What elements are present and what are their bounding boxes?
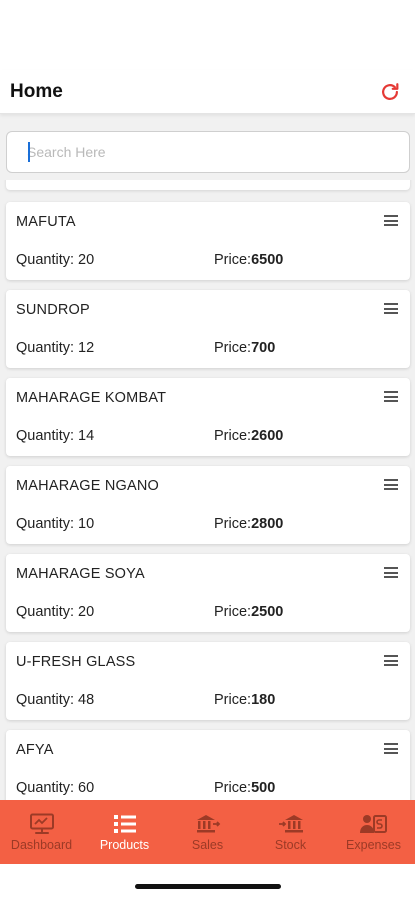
- drag-handle-icon[interactable]: [384, 567, 398, 578]
- bank-icon: [196, 814, 220, 832]
- product-card[interactable]: AFYA Quantity: 60 Price:500: [6, 730, 410, 800]
- product-price: Price:6500: [214, 252, 284, 268]
- product-name: MAHARAGE SOYA: [16, 566, 145, 582]
- status-bar: [0, 0, 415, 70]
- drag-handle-icon[interactable]: [384, 479, 398, 490]
- product-quantity: Quantity: 12: [16, 340, 95, 356]
- drag-handle-icon[interactable]: [384, 743, 398, 754]
- product-name: MAHARAGE NGANO: [16, 478, 159, 494]
- product-card[interactable]: MAHARAGE SOYA Quantity: 20 Price:2500: [6, 554, 410, 632]
- list-icon: [113, 814, 136, 833]
- product-quantity: Quantity: 48: [16, 692, 95, 708]
- refresh-button[interactable]: [377, 79, 403, 105]
- nav-label: Products: [99, 837, 150, 852]
- product-name: MAFUTA: [16, 214, 76, 230]
- bottom-nav: Dashboard Products Sales Stock Expenses: [0, 800, 415, 864]
- drag-handle-icon[interactable]: [384, 215, 398, 226]
- search-bar: [0, 114, 415, 180]
- product-quantity: Quantity: 10: [16, 516, 95, 532]
- product-card[interactable]: MAFUTA Quantity: 20 Price:6500: [6, 202, 410, 280]
- product-name: SUNDROP: [16, 302, 90, 318]
- bank-icon: [278, 814, 303, 832]
- nav-sales[interactable]: Sales: [166, 800, 249, 864]
- nav-expenses[interactable]: Expenses: [332, 800, 415, 864]
- product-quantity: Quantity: 20: [16, 604, 95, 620]
- product-card[interactable]: SUNDROP Quantity: 12 Price:700: [6, 290, 410, 368]
- nav-products[interactable]: Products: [83, 800, 166, 864]
- nav-label: Stock: [274, 837, 307, 852]
- home-indicator[interactable]: [135, 884, 281, 889]
- product-card[interactable]: MAHARAGE KOMBAT Quantity: 14 Price:2600: [6, 378, 410, 456]
- nav-label: Expenses: [346, 837, 401, 852]
- nav-dashboard[interactable]: Dashboard: [0, 800, 83, 864]
- page-title: Home: [10, 80, 63, 102]
- search-input[interactable]: [6, 131, 410, 173]
- drag-handle-icon[interactable]: [384, 391, 398, 402]
- nav-label: Dashboard: [10, 837, 73, 852]
- product-list-area[interactable]: MAFUTA Quantity: 20 Price:6500 SUNDROP Q…: [0, 114, 415, 800]
- monitor-icon: [29, 813, 54, 834]
- product-quantity: Quantity: 20: [16, 252, 95, 268]
- text-cursor: [28, 142, 30, 162]
- product-card[interactable]: U-FRESH GLASS Quantity: 48 Price:180: [6, 642, 410, 720]
- product-quantity: Quantity: 60: [16, 780, 95, 796]
- nav-stock[interactable]: Stock: [249, 800, 332, 864]
- drag-handle-icon[interactable]: [384, 655, 398, 666]
- product-price: Price:180: [214, 692, 276, 708]
- person-money-icon: [359, 814, 387, 833]
- product-name: MAHARAGE KOMBAT: [16, 390, 167, 406]
- product-list[interactable]: MAFUTA Quantity: 20 Price:6500 SUNDROP Q…: [0, 154, 415, 800]
- product-price: Price:700: [214, 340, 276, 356]
- app-header: Home: [0, 70, 415, 114]
- product-quantity: Quantity: 14: [16, 428, 95, 444]
- product-price: Price:2600: [214, 428, 284, 444]
- product-price: Price:2800: [214, 516, 284, 532]
- product-price: Price:2500: [214, 604, 284, 620]
- refresh-icon: [382, 82, 399, 100]
- product-price: Price:500: [214, 780, 276, 796]
- product-name: U-FRESH GLASS: [16, 654, 136, 670]
- drag-handle-icon[interactable]: [384, 303, 398, 314]
- product-name: AFYA: [16, 742, 54, 758]
- nav-label: Sales: [191, 837, 224, 852]
- product-card[interactable]: MAHARAGE NGANO Quantity: 10 Price:2800: [6, 466, 410, 544]
